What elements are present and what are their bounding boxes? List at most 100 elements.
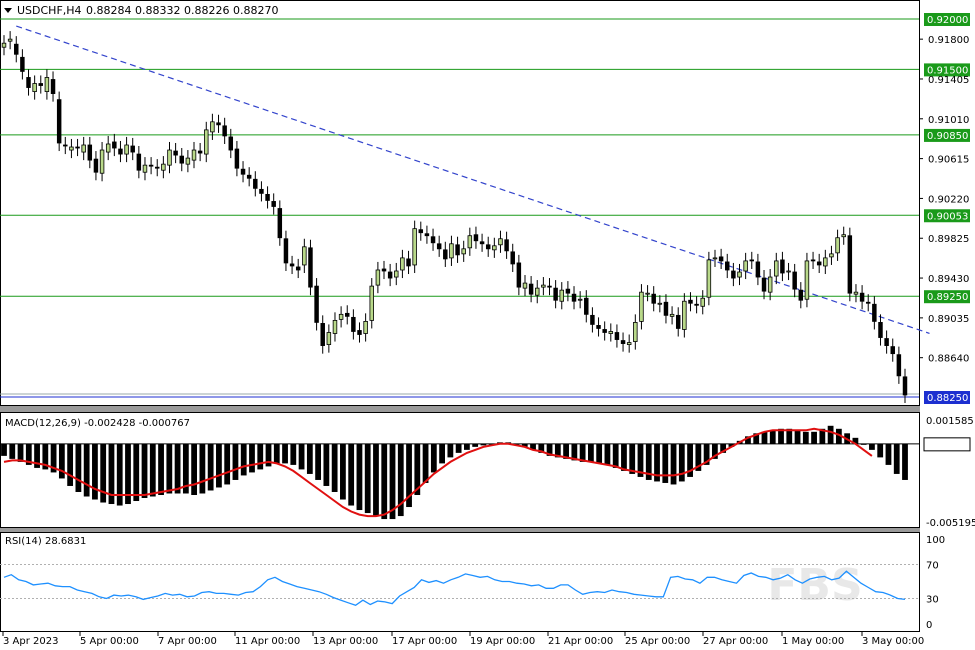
candle-body <box>492 245 497 251</box>
time-tick-label: 13 Apr 00:00 <box>313 636 378 647</box>
candle-body <box>761 277 767 292</box>
trading-chart[interactable]: FBS 0.920000.915000.908500.900530.892500… <box>0 0 975 650</box>
candle-body <box>295 266 301 271</box>
candle-body <box>185 157 191 165</box>
symbol-label: USDCHF,H4 <box>17 4 82 17</box>
candle-body <box>504 239 509 252</box>
macd-bar <box>629 443 636 474</box>
panel-splitter[interactable] <box>0 406 920 412</box>
macd-bar <box>587 443 594 462</box>
candle-body <box>136 153 142 171</box>
candle-body <box>216 122 221 126</box>
macd-bar <box>199 443 206 494</box>
candle-body <box>577 298 583 301</box>
candle-body <box>872 303 877 322</box>
candle-body <box>700 297 705 307</box>
candle-body <box>847 235 853 294</box>
macd-bar <box>9 443 16 459</box>
macd-bar <box>422 443 429 483</box>
macd-bar <box>356 443 363 511</box>
candle-body <box>626 342 632 345</box>
candle-body <box>161 163 166 171</box>
candle-body <box>675 314 681 329</box>
candle-body <box>449 243 454 259</box>
candle-body <box>265 193 270 201</box>
rsi-label: RSI(14) 28.6831 <box>5 536 86 547</box>
price-tick-label: 0.90220 <box>928 194 969 205</box>
candle-body <box>344 312 350 317</box>
macd-bar <box>290 443 297 465</box>
candle-body <box>682 300 687 330</box>
macd-bar <box>58 443 65 479</box>
candle-body <box>584 297 589 315</box>
level-price-label: 0.90053 <box>927 211 968 222</box>
candle-body <box>694 303 699 306</box>
candle-body <box>246 174 252 179</box>
macd-bar <box>769 430 776 444</box>
candle-body <box>332 319 338 334</box>
candle-body <box>614 332 620 340</box>
candle-body <box>743 260 748 272</box>
time-tick-label: 11 Apr 00:00 <box>235 636 300 647</box>
macd-bar <box>174 443 181 494</box>
candle-body <box>669 313 675 317</box>
candle-body <box>498 238 503 246</box>
time-tick-label: 17 Apr 00:00 <box>392 636 457 647</box>
candle-body <box>394 270 399 278</box>
candle-body <box>44 77 50 92</box>
candle-body <box>400 257 405 271</box>
macd-bar <box>149 443 156 497</box>
candle-body <box>810 259 816 262</box>
candle-body <box>620 340 626 344</box>
candle-body <box>485 244 491 250</box>
candle-body <box>725 261 730 271</box>
candle-body <box>663 301 669 316</box>
candle-body <box>571 293 577 302</box>
candle-body <box>737 271 742 278</box>
macd-bar <box>133 443 140 502</box>
candle-body <box>467 235 473 249</box>
candle-body <box>688 299 693 304</box>
time-tick-label: 25 Apr 00:00 <box>625 636 690 647</box>
candle-body <box>124 144 129 155</box>
candle-body <box>228 136 234 151</box>
candle-body <box>816 261 822 266</box>
candle-body <box>118 148 123 155</box>
candle-body <box>559 289 565 302</box>
candle-body <box>204 129 209 155</box>
macd-bar <box>869 443 875 450</box>
candle-body <box>608 331 614 334</box>
panel-splitter[interactable] <box>0 528 920 532</box>
price-tick-label: 0.91010 <box>928 115 969 126</box>
candle-body <box>1 42 7 48</box>
time-tick-label: 1 May 00:00 <box>782 636 844 647</box>
macd-bar <box>480 443 487 446</box>
macd-bar <box>885 443 892 465</box>
candle-body <box>418 229 424 234</box>
macd-bar <box>224 443 231 485</box>
macd-bar <box>670 443 677 485</box>
macd-bar <box>893 443 900 474</box>
candle-body <box>835 237 840 254</box>
candle-body <box>865 301 871 304</box>
macd-bar <box>472 443 479 447</box>
macd-bar <box>612 443 619 468</box>
macd-bar <box>158 443 164 495</box>
candle-body <box>375 269 381 286</box>
level-price-label: 0.90850 <box>927 131 968 142</box>
macd-bar <box>678 443 685 482</box>
candle-body <box>283 238 289 264</box>
macd-bar <box>455 443 462 453</box>
macd-bar <box>348 443 355 506</box>
candle-body <box>767 276 773 293</box>
candle-body <box>731 270 736 279</box>
macd-bar <box>811 431 817 444</box>
macd-value-tag <box>923 437 971 452</box>
macd-bar <box>604 443 611 465</box>
macd-bar <box>216 443 222 488</box>
candle-body <box>902 376 908 396</box>
macd-bar <box>282 443 288 464</box>
candle-body <box>479 241 485 245</box>
macd-bar <box>232 443 239 480</box>
candle-body <box>590 314 595 325</box>
